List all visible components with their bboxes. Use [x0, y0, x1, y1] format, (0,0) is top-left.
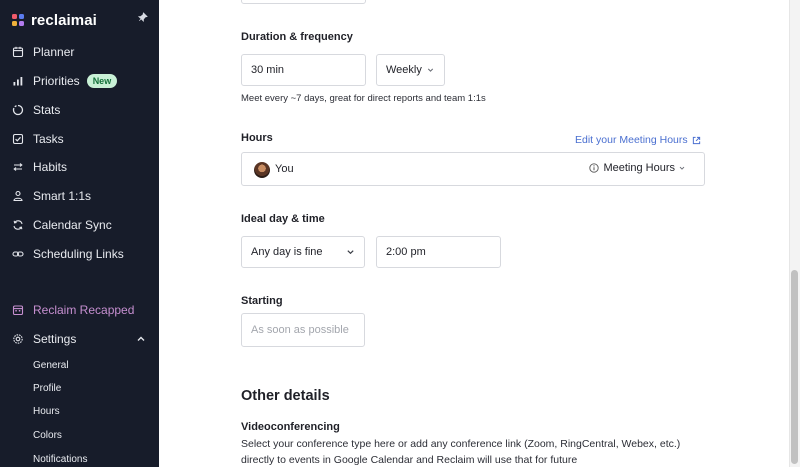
logo-icon [12, 13, 25, 27]
link-icon [12, 248, 24, 260]
people-icon [12, 190, 24, 202]
repeat-icon [12, 161, 24, 173]
hours-label: Hours [241, 132, 273, 144]
sidebar-item-label: Settings [33, 332, 77, 346]
sidebar-item-label: Reclaim Recapped [33, 303, 135, 317]
stats-icon [12, 104, 24, 116]
time-input[interactable]: 2:00 pm [376, 236, 501, 268]
sidebar-item-label: Calendar Sync [33, 218, 112, 232]
sidebar-item-planner[interactable]: Planner [12, 41, 74, 63]
sidebar-item-priorities[interactable]: Priorities New [12, 70, 118, 92]
sidebar-item-label: Habits [33, 160, 68, 174]
frequency-select[interactable]: Weekly [376, 54, 445, 86]
frequency-value: Weekly [386, 64, 422, 76]
sidebar-item-stats[interactable]: Stats [12, 99, 60, 121]
sidebar-item-calendar-sync[interactable]: Calendar Sync [12, 214, 112, 236]
logo-text: reclaimai [31, 11, 97, 29]
settings-item-colors[interactable]: Colors [33, 427, 62, 443]
previous-field[interactable] [241, 0, 366, 4]
settings-item-profile[interactable]: Profile [33, 380, 61, 396]
duration-input[interactable]: 30 min [241, 54, 366, 86]
calendar-icon [12, 46, 24, 58]
sidebar-item-label: Priorities [33, 74, 80, 88]
sidebar-item-label: Scheduling Links [33, 247, 124, 261]
external-link-icon [692, 136, 700, 144]
logo[interactable]: reclaimai [12, 10, 97, 30]
sidebar-item-label: Planner [33, 45, 75, 59]
checkbox-icon [12, 133, 24, 145]
settings-item-general[interactable]: General [33, 357, 69, 373]
starting-input[interactable]: As soon as possible [241, 313, 365, 347]
info-icon [589, 163, 600, 173]
time-value: 2:00 pm [386, 246, 426, 258]
chevron-down-icon [347, 250, 354, 255]
sidebar-item-label: Stats [33, 103, 61, 117]
sidebar: reclaimai Planner Priorities New Stats T… [0, 0, 159, 467]
sidebar-item-reclaim-recapped[interactable]: Reclaim Recapped [12, 299, 134, 321]
day-value: Any day is fine [251, 246, 323, 258]
new-badge: New [86, 74, 118, 88]
main-content: Duration & frequency 30 min Weekly Meet … [159, 0, 789, 467]
hours-row: You Meeting Hours [241, 152, 705, 186]
videoconferencing-label: Videoconferencing [241, 421, 340, 433]
videoconferencing-description: Select your conference type here or add … [241, 438, 681, 466]
edit-meeting-hours-link[interactable]: Edit your Meeting Hours [575, 134, 701, 146]
chevron-up-icon[interactable] [136, 334, 146, 344]
duration-frequency-label: Duration & frequency [241, 31, 353, 43]
ideal-day-time-label: Ideal day & time [241, 213, 325, 225]
scrollbar-thumb[interactable] [791, 270, 798, 464]
sidebar-item-tasks[interactable]: Tasks [12, 128, 64, 150]
starting-placeholder: As soon as possible [251, 324, 349, 336]
meeting-hours-select[interactable]: Meeting Hours [589, 162, 686, 174]
settings-item-hours[interactable]: Hours [33, 403, 60, 419]
frequency-hint: Meet every ~7 days, great for direct rep… [241, 93, 486, 104]
sidebar-item-smart-1-1s[interactable]: Smart 1:1s [12, 185, 91, 207]
sync-icon [12, 219, 24, 231]
avatar [254, 162, 270, 178]
gear-icon [12, 333, 24, 345]
starting-label: Starting [241, 295, 283, 307]
sidebar-item-label: Tasks [33, 132, 64, 146]
day-select[interactable]: Any day is fine [241, 236, 365, 268]
chevron-down-icon [427, 68, 434, 72]
settings-item-notifications[interactable]: Notifications [33, 451, 87, 467]
pin-icon[interactable] [136, 12, 148, 24]
calendar-recap-icon [12, 304, 24, 316]
meeting-hours-value: Meeting Hours [603, 162, 675, 174]
hours-person: You [275, 163, 294, 175]
sidebar-item-scheduling-links[interactable]: Scheduling Links [12, 243, 124, 265]
duration-value: 30 min [251, 64, 285, 76]
other-details-title: Other details [241, 388, 330, 404]
chevron-down-icon [679, 166, 685, 170]
sidebar-item-habits[interactable]: Habits [12, 156, 67, 178]
sidebar-item-label: Smart 1:1s [33, 189, 92, 203]
sidebar-item-settings[interactable]: Settings [12, 328, 76, 350]
edit-meeting-hours-text: Edit your Meeting Hours [575, 134, 688, 146]
bar-chart-icon [12, 75, 24, 87]
